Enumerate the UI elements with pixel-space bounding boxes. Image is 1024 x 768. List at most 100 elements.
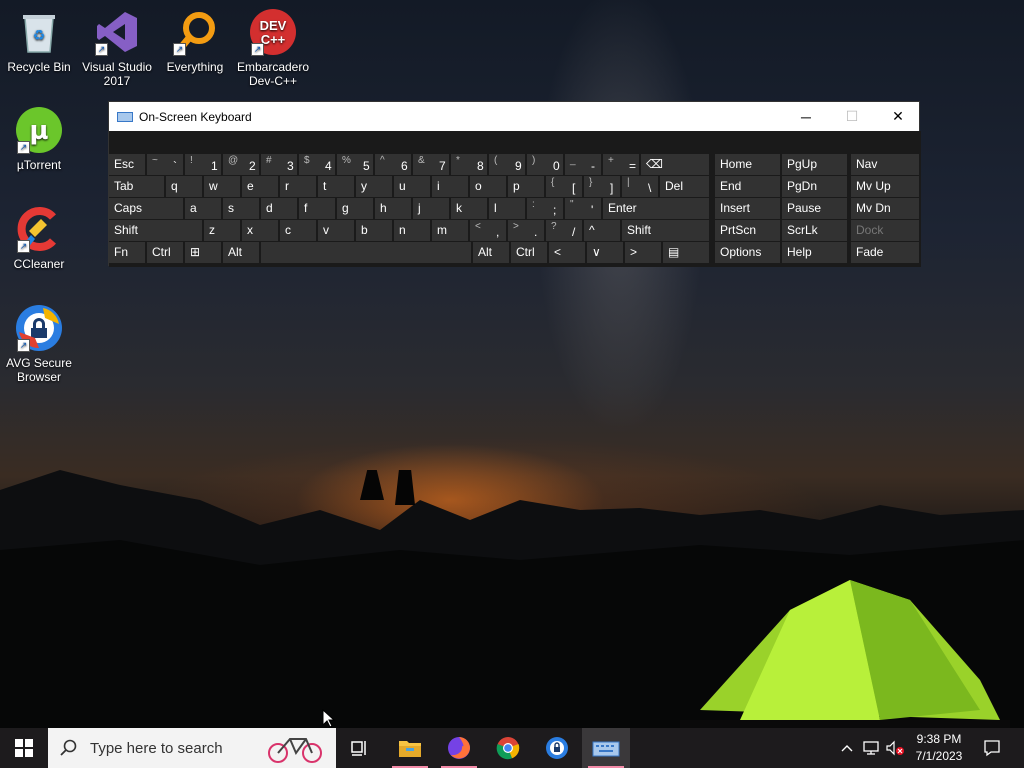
key-9[interactable]: (9 [489, 154, 525, 175]
key-6[interactable]: ^ 6 [375, 154, 411, 175]
task-view-button[interactable] [336, 728, 384, 768]
key-i[interactable]: i [432, 176, 468, 197]
desktop-icon-recycle-bin[interactable]: ♻ Recycle Bin [0, 8, 78, 74]
key-x[interactable]: x [242, 220, 278, 241]
key-o[interactable]: o [470, 176, 506, 197]
key-prtscn[interactable]: PrtScn [715, 220, 780, 241]
key-1[interactable]: ! 1 [185, 154, 221, 175]
key-dock[interactable]: Dock [851, 220, 919, 241]
key-p[interactable]: p [508, 176, 544, 197]
volume-tray-button[interactable] [884, 728, 906, 768]
key-pause[interactable]: Pause [782, 198, 847, 219]
key-m[interactable]: m [432, 220, 468, 241]
desktop-icon-ccleaner[interactable]: ↗ CCleaner [0, 205, 78, 271]
key-7[interactable]: & 7 [413, 154, 449, 175]
key-b[interactable]: b [356, 220, 392, 241]
key-symbol[interactable]: >. [508, 220, 544, 241]
minimize-button[interactable]: ─ [783, 102, 829, 131]
desktop-icon-utorrent[interactable]: µ ↗ µTorrent [0, 106, 78, 172]
key-alt[interactable]: Alt [473, 242, 509, 263]
key-alt[interactable]: Alt [223, 242, 259, 263]
desktop-icon-devcpp[interactable]: DEV C++ ↗ Embarcadero Dev-C++ [234, 8, 312, 88]
taskbar-file-explorer[interactable] [386, 728, 434, 768]
key-y[interactable]: y [356, 176, 392, 197]
key-ctrl[interactable]: Ctrl [511, 242, 547, 263]
key-w[interactable]: w [204, 176, 240, 197]
key-s[interactable]: s [223, 198, 259, 219]
taskbar-chrome[interactable] [484, 728, 532, 768]
key-mv-dn[interactable]: Mv Dn [851, 198, 919, 219]
key-symbol[interactable]: + = [603, 154, 639, 175]
key-h[interactable]: h [375, 198, 411, 219]
desktop-icon-visual-studio[interactable]: ↗ Visual Studio 2017 [78, 8, 156, 88]
key-8[interactable]: * 8 [451, 154, 487, 175]
key-symbol[interactable]: | \ [622, 176, 658, 197]
key-pgup[interactable]: PgUp [782, 154, 847, 175]
key-fade[interactable]: Fade [851, 242, 919, 263]
key-symbol[interactable]: {[ [546, 176, 582, 197]
key-symbol[interactable]: < [549, 242, 585, 263]
key-symbol[interactable]: <, [470, 220, 506, 241]
start-button[interactable] [0, 728, 48, 768]
key-symbol[interactable]: ⌫ [641, 154, 709, 175]
key-r[interactable]: r [280, 176, 316, 197]
network-tray-button[interactable] [860, 728, 882, 768]
key-u[interactable]: u [394, 176, 430, 197]
key-g[interactable]: g [337, 198, 373, 219]
key-fn[interactable]: Fn [109, 242, 145, 263]
key-symbol[interactable]: " ' [565, 198, 601, 219]
key-scrlk[interactable]: ScrLk [782, 220, 847, 241]
taskbar-search-box[interactable]: Type here to search [48, 728, 336, 768]
desktop-icon-everything[interactable]: ↗ Everything [156, 8, 234, 74]
key-l[interactable]: l [489, 198, 525, 219]
action-center-button[interactable] [976, 728, 1008, 768]
key-3[interactable]: #3 [261, 154, 297, 175]
key-symbol[interactable]: ~ ` [147, 154, 183, 175]
key-4[interactable]: $4 [299, 154, 335, 175]
taskbar-firefox[interactable] [435, 728, 483, 768]
key-n[interactable]: n [394, 220, 430, 241]
osk-titlebar[interactable]: On-Screen Keyboard ─ ☐ ✕ [109, 102, 919, 131]
key-pgdn[interactable]: PgDn [782, 176, 847, 197]
key-shift[interactable]: Shift [109, 220, 202, 241]
key-home[interactable]: Home [715, 154, 780, 175]
key-mv-up[interactable]: Mv Up [851, 176, 919, 197]
key-nav[interactable]: Nav [851, 154, 919, 175]
key-help[interactable]: Help [782, 242, 847, 263]
taskbar-on-screen-keyboard[interactable] [582, 728, 630, 768]
desktop-icon-avg-browser[interactable]: ↗ AVG Secure Browser [0, 304, 78, 384]
key-symbol[interactable]: > [625, 242, 661, 263]
key-j[interactable]: j [413, 198, 449, 219]
key-d[interactable]: d [261, 198, 297, 219]
on-screen-keyboard-window[interactable]: On-Screen Keyboard ─ ☐ ✕ Esc ~ `! 1 @2 #3 $4% 5… [108, 101, 921, 267]
taskbar-avg-browser[interactable] [533, 728, 581, 768]
key-k[interactable]: k [451, 198, 487, 219]
key-symbol[interactable]: ^ [584, 220, 620, 241]
key-2[interactable]: @2 [223, 154, 259, 175]
key-e[interactable]: e [242, 176, 278, 197]
key-ctrl[interactable]: Ctrl [147, 242, 183, 263]
key-f[interactable]: f [299, 198, 335, 219]
taskbar-clock[interactable]: 9:38 PM 7/1/2023 [908, 731, 970, 765]
key-del[interactable]: Del [660, 176, 709, 197]
key-symbol[interactable]: _ - [565, 154, 601, 175]
key-symbol[interactable]: ⊞ [185, 242, 221, 263]
key-enter[interactable]: Enter [603, 198, 709, 219]
key-esc[interactable]: Esc [109, 154, 145, 175]
key-insert[interactable]: Insert [715, 198, 780, 219]
key-shift[interactable]: Shift [622, 220, 709, 241]
key-tab[interactable]: Tab [109, 176, 164, 197]
close-button[interactable]: ✕ [875, 102, 921, 131]
key-symbol[interactable]: }] [584, 176, 620, 197]
key-t[interactable]: t [318, 176, 354, 197]
key-c[interactable]: c [280, 220, 316, 241]
key-symbol[interactable]: ▤ [663, 242, 709, 263]
key-5[interactable]: % 5 [337, 154, 373, 175]
key-symbol[interactable]: :; [527, 198, 563, 219]
maximize-button[interactable]: ☐ [829, 102, 875, 131]
show-hidden-icons-button[interactable] [836, 728, 858, 768]
key-end[interactable]: End [715, 176, 780, 197]
key-symbol[interactable]: ∨ [587, 242, 623, 263]
key-v[interactable]: v [318, 220, 354, 241]
key-options[interactable]: Options [715, 242, 780, 263]
